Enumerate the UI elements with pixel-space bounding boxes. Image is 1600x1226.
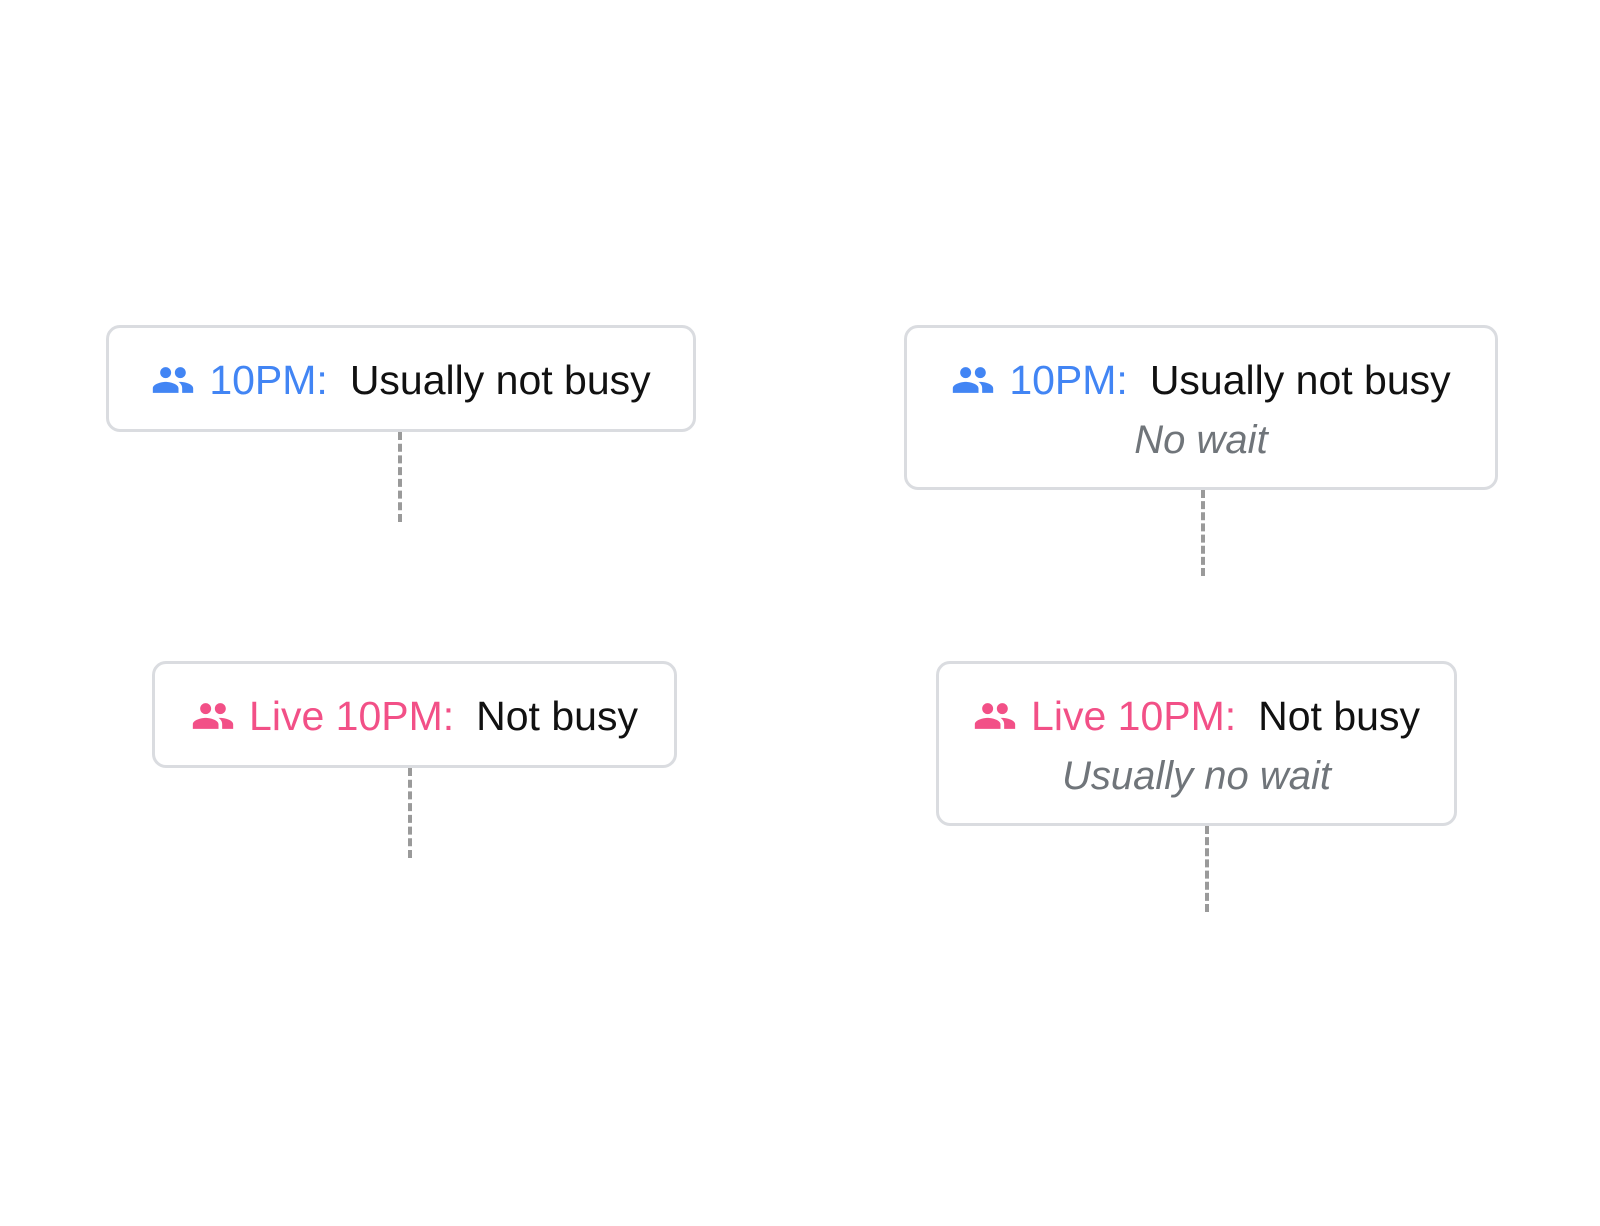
tooltip-header: 10PM: Usually not busy (109, 356, 693, 404)
dashed-pointer-line (1205, 826, 1209, 912)
live-busyness-tooltip: Live 10PM: Not busy (152, 661, 677, 768)
tooltip-header: 10PM: Usually not busy (907, 356, 1495, 404)
time-label: 10PM: (209, 357, 328, 403)
live-busyness-tooltip-with-wait: Live 10PM: Not busy Usually no wait (936, 661, 1457, 826)
wait-time-text: No wait (1134, 418, 1268, 462)
people-icon (973, 694, 1017, 738)
popular-times-tooltip-with-wait: 10PM: Usually not busy No wait (904, 325, 1498, 490)
people-icon (951, 358, 995, 402)
busyness-status: Not busy (1258, 693, 1420, 739)
dashed-pointer-line (408, 768, 412, 858)
live-time-label: Live 10PM: (1031, 693, 1237, 739)
dashed-pointer-line (1201, 490, 1205, 576)
busyness-status: Usually not busy (349, 357, 651, 403)
tooltip-header: Live 10PM: Not busy (939, 692, 1454, 740)
popular-times-tooltip: 10PM: Usually not busy (106, 325, 696, 432)
live-time-label: Live 10PM: (249, 693, 455, 739)
busyness-status: Usually not busy (1149, 357, 1451, 403)
dashed-pointer-line (398, 432, 402, 522)
people-icon (191, 694, 235, 738)
time-label: 10PM: (1009, 357, 1128, 403)
busyness-status: Not busy (476, 693, 638, 739)
tooltip-header: Live 10PM: Not busy (155, 692, 674, 740)
wait-time-text: Usually no wait (1061, 754, 1331, 798)
people-icon (151, 358, 195, 402)
